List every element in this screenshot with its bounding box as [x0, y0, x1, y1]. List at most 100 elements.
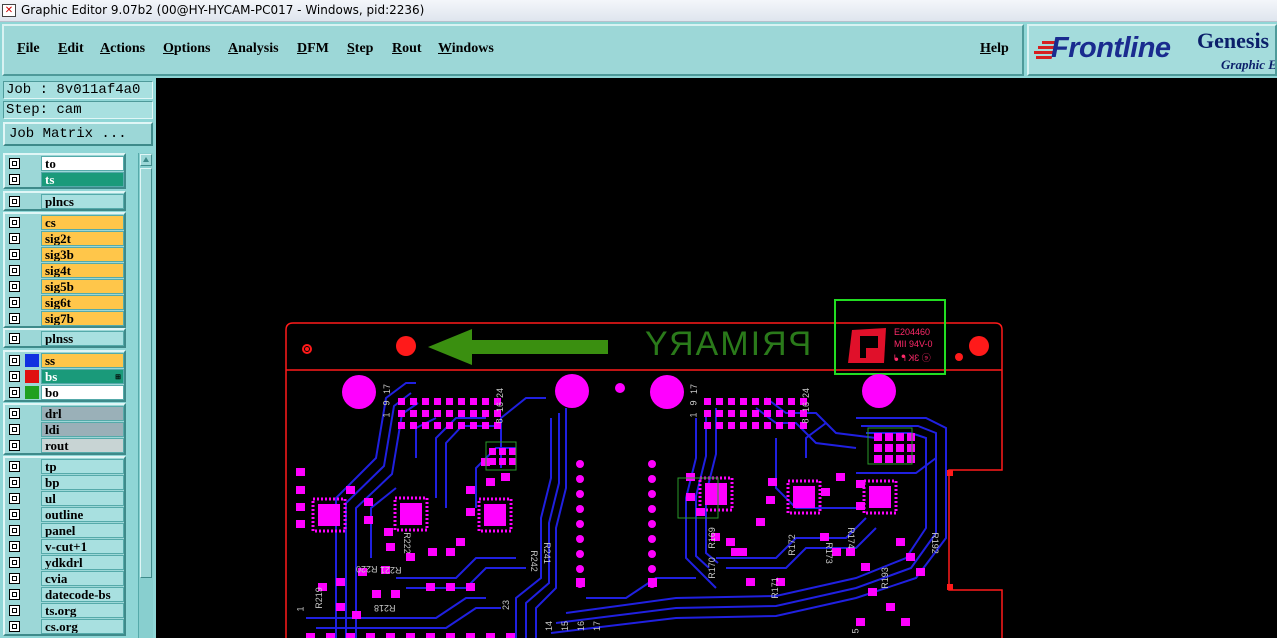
layer-row[interactable]: sig2t — [7, 231, 124, 246]
layer-color-swatch[interactable] — [25, 370, 39, 383]
layer-checkbox[interactable] — [9, 621, 20, 632]
layer-row[interactable]: ydkdrl — [7, 555, 124, 570]
layer-color-swatch[interactable] — [25, 492, 39, 505]
layer-color-swatch[interactable] — [25, 312, 39, 325]
layer-name[interactable]: sig5b — [41, 279, 124, 294]
scrollbar-thumb[interactable] — [140, 168, 152, 578]
layer-row[interactable]: cvia — [7, 571, 124, 586]
layer-checkbox[interactable] — [9, 509, 20, 520]
layer-color-swatch[interactable] — [25, 572, 39, 585]
layer-color-swatch[interactable] — [25, 540, 39, 553]
layer-color-swatch[interactable] — [25, 588, 39, 601]
layer-color-swatch[interactable] — [25, 386, 39, 399]
layer-checkbox[interactable] — [9, 589, 20, 600]
layer-row[interactable]: panel — [7, 523, 124, 538]
layer-row[interactable]: ss — [7, 353, 124, 368]
layer-row[interactable]: ts.org — [7, 603, 124, 618]
layer-row[interactable]: sig7b — [7, 311, 124, 326]
layer-color-swatch[interactable] — [25, 476, 39, 489]
layer-color-swatch[interactable] — [25, 264, 39, 277]
layer-name[interactable]: ldi — [41, 422, 124, 437]
layer-checkbox[interactable] — [9, 217, 20, 228]
layer-name[interactable]: bs ⊞ — [41, 369, 124, 384]
layer-row[interactable]: sig6t — [7, 295, 124, 310]
layer-name[interactable]: sig2t — [41, 231, 124, 246]
layer-name[interactable]: bp — [41, 475, 124, 490]
layer-checkbox[interactable] — [9, 174, 20, 185]
menu-file[interactable]: File — [17, 41, 40, 57]
menu-analysis[interactable]: Analysis — [228, 41, 279, 57]
layer-checkbox[interactable] — [9, 281, 20, 292]
layer-checkbox[interactable] — [9, 573, 20, 584]
layer-name[interactable]: panel — [41, 523, 124, 538]
layer-row[interactable]: datecode-bs — [7, 587, 124, 602]
layer-checkbox[interactable] — [9, 265, 20, 276]
layer-row[interactable]: plncs — [7, 194, 124, 209]
layer-row[interactable]: to — [7, 156, 124, 171]
layer-checkbox[interactable] — [9, 541, 20, 552]
layer-checkbox[interactable] — [9, 557, 20, 568]
menu-rout[interactable]: Rout — [392, 41, 422, 57]
layer-checkbox[interactable] — [9, 461, 20, 472]
layer-row[interactable]: ldi — [7, 422, 124, 437]
layer-checkbox[interactable] — [9, 493, 20, 504]
layer-name[interactable]: tp — [41, 459, 124, 474]
layer-row[interactable]: sig3b — [7, 247, 124, 262]
layer-checkbox[interactable] — [9, 477, 20, 488]
menu-edit[interactable]: Edit — [58, 41, 84, 57]
layer-name[interactable]: to — [41, 156, 124, 171]
layer-name[interactable]: rout — [41, 438, 124, 453]
layer-name[interactable]: sig3b — [41, 247, 124, 262]
layer-row[interactable]: cs — [7, 215, 124, 230]
layer-row[interactable]: sig4t — [7, 263, 124, 278]
layer-color-swatch[interactable] — [25, 604, 39, 617]
layer-color-swatch[interactable] — [25, 280, 39, 293]
layer-color-swatch[interactable] — [25, 354, 39, 367]
layer-name[interactable]: sig6t — [41, 295, 124, 310]
layer-color-swatch[interactable] — [25, 157, 39, 170]
layer-row[interactable]: plnss — [7, 331, 124, 346]
layer-color-swatch[interactable] — [25, 232, 39, 245]
layer-color-swatch[interactable] — [25, 332, 39, 345]
layer-row[interactable]: v-cut+1 — [7, 539, 124, 554]
layer-checkbox[interactable] — [9, 297, 20, 308]
layer-row[interactable]: drl — [7, 406, 124, 421]
layer-checkbox[interactable] — [9, 387, 20, 398]
layer-row[interactable]: tp — [7, 459, 124, 474]
job-matrix-button[interactable]: Job Matrix ... — [3, 122, 153, 146]
layer-name[interactable]: ydkdrl — [41, 555, 124, 570]
layer-checkbox[interactable] — [9, 440, 20, 451]
layer-row[interactable]: bp — [7, 475, 124, 490]
layer-name[interactable]: cs — [41, 215, 124, 230]
layer-color-swatch[interactable] — [25, 460, 39, 473]
layer-name[interactable]: plncs — [41, 194, 124, 209]
layer-checkbox[interactable] — [9, 333, 20, 344]
menu-actions[interactable]: Actions — [100, 41, 145, 57]
layer-color-swatch[interactable] — [25, 248, 39, 261]
layer-name[interactable]: v-cut+1 — [41, 539, 124, 554]
layer-checkbox[interactable] — [9, 249, 20, 260]
menu-step[interactable]: Step — [347, 41, 373, 57]
layer-checkbox[interactable] — [9, 371, 20, 382]
menu-options[interactable]: Options — [163, 41, 210, 57]
layer-checkbox[interactable] — [9, 313, 20, 324]
layer-color-swatch[interactable] — [25, 508, 39, 521]
menu-dfm[interactable]: DFM — [297, 41, 329, 57]
layer-color-swatch[interactable] — [25, 216, 39, 229]
layer-checkbox[interactable] — [9, 525, 20, 536]
menu-windows[interactable]: Windows — [438, 41, 494, 57]
layer-name[interactable]: ss — [41, 353, 124, 368]
layer-name[interactable]: sig7b — [41, 311, 124, 326]
layer-color-swatch[interactable] — [25, 423, 39, 436]
layer-row[interactable]: outline — [7, 507, 124, 522]
layer-name[interactable]: outline — [41, 507, 124, 522]
layer-color-swatch[interactable] — [25, 439, 39, 452]
layer-row[interactable]: bo — [7, 385, 124, 400]
layer-color-swatch[interactable] — [25, 173, 39, 186]
layer-list-scrollbar[interactable] — [138, 153, 153, 638]
layer-row[interactable]: bs ⊞ — [7, 369, 124, 384]
layer-name[interactable]: datecode-bs — [41, 587, 124, 602]
layer-checkbox[interactable] — [9, 605, 20, 616]
layer-checkbox[interactable] — [9, 424, 20, 435]
scroll-up-arrow-icon[interactable] — [140, 154, 152, 166]
